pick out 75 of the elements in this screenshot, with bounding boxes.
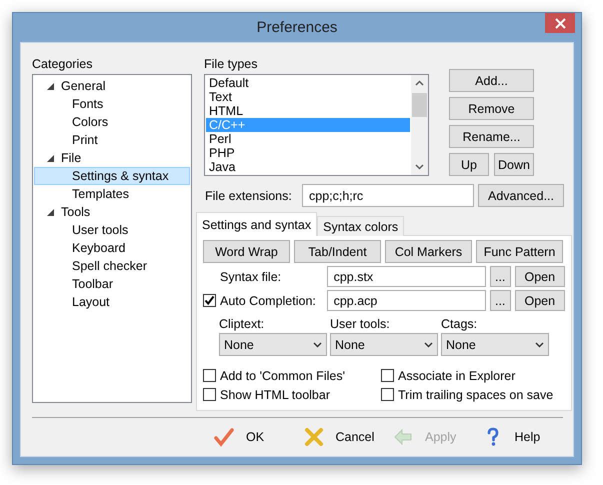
open-button[interactable]: Open xyxy=(514,266,566,287)
tree-item[interactable]: Tools xyxy=(34,203,190,221)
checkbox[interactable] xyxy=(381,369,394,382)
cancel-button[interactable]: Cancel xyxy=(304,427,393,447)
file-extensions-field[interactable]: cpp;c;h;rc xyxy=(302,184,474,207)
field-label: Syntax file: xyxy=(219,270,282,284)
file-field[interactable]: cpp.stx xyxy=(326,266,486,287)
checkbox-label: Add to 'Common Files' xyxy=(220,368,345,382)
settings-button[interactable]: Col Markers xyxy=(385,240,472,263)
tree-item[interactable]: Spell checker xyxy=(34,257,190,275)
file-type-button[interactable]: Add... xyxy=(449,69,534,92)
chevron-down-icon xyxy=(313,342,322,348)
dropdown-label: Ctags: xyxy=(441,317,478,333)
checkbox-label: Show HTML toolbar xyxy=(220,388,330,402)
dropdown[interactable]: None xyxy=(219,333,327,356)
order-button[interactable]: Down xyxy=(494,153,534,176)
dropdown-label: User tools: xyxy=(330,317,391,333)
list-item[interactable]: HTML xyxy=(206,104,410,118)
tree-item[interactable]: General xyxy=(34,77,190,95)
file-extensions-label: File extensions: xyxy=(205,188,293,202)
checkbox[interactable] xyxy=(203,294,216,307)
cross-icon xyxy=(304,427,324,447)
scrollbar-thumb[interactable] xyxy=(412,93,427,117)
expand-arrow-icon[interactable] xyxy=(47,154,54,162)
categories-label: Categories xyxy=(32,57,92,71)
open-button[interactable]: Open xyxy=(514,290,566,311)
tree-item[interactable]: Settings & syntax xyxy=(34,167,190,185)
tree-item[interactable]: Keyboard xyxy=(34,239,190,257)
dropdown[interactable]: None xyxy=(441,333,549,356)
expand-arrow-icon[interactable] xyxy=(47,208,54,216)
checkbox[interactable] xyxy=(203,369,216,382)
settings-button[interactable]: Func Pattern xyxy=(476,240,563,263)
tree-item[interactable]: Colors xyxy=(34,113,190,131)
check-icon xyxy=(214,427,234,447)
close-icon xyxy=(554,18,566,28)
file-types-label: File types xyxy=(204,57,258,71)
order-button[interactable]: Up xyxy=(449,153,489,176)
checkbox[interactable] xyxy=(203,388,216,401)
browse-button[interactable]: ... xyxy=(490,266,511,287)
left-arrow-icon xyxy=(393,427,413,447)
tree-item[interactable]: Templates xyxy=(34,185,190,203)
close-button[interactable] xyxy=(545,13,575,33)
list-item[interactable]: Perl xyxy=(206,132,410,146)
chevron-down-icon xyxy=(424,342,433,348)
list-item[interactable]: Text xyxy=(206,90,410,104)
settings-button[interactable]: Word Wrap xyxy=(203,240,290,263)
tree-item[interactable]: File xyxy=(34,149,190,167)
ok-button[interactable]: OK xyxy=(214,427,304,447)
settings-button[interactable]: Tab/Indent xyxy=(294,240,381,263)
file-type-button[interactable]: Rename... xyxy=(449,125,534,148)
tab[interactable]: Syntax colors xyxy=(317,216,404,236)
tab[interactable]: Settings and syntax xyxy=(196,212,318,236)
dropdown-label: Cliptext: xyxy=(219,317,266,333)
checkbox-label: Associate in Explorer xyxy=(398,368,516,382)
tree-item[interactable]: Toolbar xyxy=(34,275,190,293)
checkbox-label: Trim trailing spaces on save xyxy=(398,388,554,402)
list-item[interactable]: Java xyxy=(206,160,410,174)
file-type-button[interactable]: Remove xyxy=(449,97,534,120)
dropdown[interactable]: None xyxy=(330,333,438,356)
file-field[interactable]: cpp.acp xyxy=(326,290,486,311)
checkbox[interactable] xyxy=(381,388,394,401)
browse-button[interactable]: ... xyxy=(490,290,511,311)
tree-item[interactable]: Print xyxy=(34,131,190,149)
chevron-down-icon xyxy=(535,342,544,348)
help-button[interactable]: Help xyxy=(482,427,572,447)
checkbox-label: Auto Completion: xyxy=(220,294,316,308)
advanced-button[interactable]: Advanced... xyxy=(478,184,564,207)
scrollbar[interactable] xyxy=(411,75,428,175)
list-item[interactable]: Default xyxy=(206,76,410,90)
list-item[interactable]: PHP xyxy=(206,146,410,160)
expand-arrow-icon[interactable] xyxy=(47,82,54,90)
tree-item[interactable]: Layout xyxy=(34,293,190,311)
window-title: Preferences xyxy=(256,18,338,36)
tree-item[interactable]: Fonts xyxy=(34,95,190,113)
tree-item[interactable]: User tools xyxy=(34,221,190,239)
